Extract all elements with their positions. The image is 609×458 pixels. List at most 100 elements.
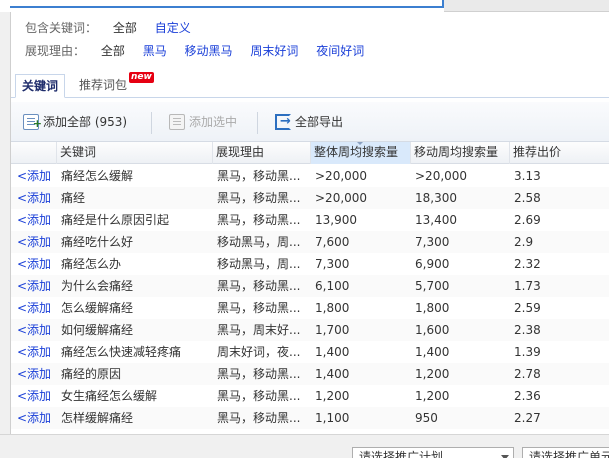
cell-mobile-search: >20,000 bbox=[415, 169, 468, 183]
cell-keyword: 痛经是什么原因引起 bbox=[61, 213, 170, 227]
add-keyword-link[interactable]: <添加 bbox=[17, 253, 57, 275]
add-keyword-link[interactable]: <添加 bbox=[17, 319, 57, 341]
table-row[interactable]: <添加 痛经 黑马，移动黑... >20,000 18,300 2.58 bbox=[11, 187, 609, 209]
cell-reason: 黑马，移动黑... bbox=[217, 367, 301, 381]
new-badge: new bbox=[129, 72, 154, 83]
cell-mobile-search: 6,900 bbox=[415, 257, 450, 271]
add-keyword-link[interactable]: <添加 bbox=[17, 297, 57, 319]
reason-option-dark-horse[interactable]: 黑马 bbox=[143, 42, 167, 60]
cell-recommended-bid: 2.78 bbox=[514, 367, 541, 381]
table-row[interactable]: <添加 痛经吃什么好 移动黑马，周... 7,600 7,300 2.9 bbox=[11, 231, 609, 253]
add-keyword-link[interactable]: <添加 bbox=[17, 275, 57, 297]
export-all-button[interactable]: 全部导出 bbox=[275, 112, 343, 132]
add-keyword-link[interactable]: <添加 bbox=[17, 385, 57, 407]
column-header-mobile-search[interactable]: 移动周均搜索量 bbox=[411, 142, 510, 164]
column-header-recommended-bid[interactable]: 推荐出价 bbox=[510, 142, 609, 164]
cell-keyword: 怎样缓解痛经 bbox=[61, 411, 134, 425]
cell-reason: 黑马，移动黑... bbox=[217, 213, 301, 227]
add-keyword-link[interactable]: <添加 bbox=[17, 363, 57, 385]
cell-recommended-bid: 1.73 bbox=[514, 279, 541, 293]
toolbar-divider bbox=[151, 112, 152, 134]
cell-recommended-bid: 2.9 bbox=[514, 235, 534, 249]
cell-keyword: 痛经怎么快速减轻疼痛 bbox=[61, 345, 182, 359]
cell-overall-search: >20,000 bbox=[315, 169, 368, 183]
cell-mobile-search: 1,200 bbox=[415, 389, 450, 403]
column-header-overall-search-label: 整体周均搜索量 bbox=[314, 145, 399, 159]
cell-reason: 移动黑马，周... bbox=[217, 257, 301, 271]
cell-overall-search: 7,300 bbox=[315, 257, 350, 271]
table-row[interactable]: <添加 如何缓解痛经 黑马，周末好... 1,700 1,600 2.38 bbox=[11, 319, 609, 341]
add-keyword-link[interactable]: <添加 bbox=[17, 209, 57, 231]
cell-reason: 黑马，移动黑... bbox=[217, 279, 301, 293]
reason-option-all[interactable]: 全部 bbox=[101, 42, 125, 60]
table-row[interactable]: <添加 怎么缓解痛经 黑马，移动黑... 1,800 1,800 2.59 bbox=[11, 297, 609, 319]
cell-mobile-search: 13,400 bbox=[415, 213, 457, 227]
unit-select-value: 请选择推广单元 bbox=[529, 450, 609, 458]
tab-recommended-packages[interactable]: 推荐词包 bbox=[73, 74, 133, 98]
table-row[interactable]: <添加 痛经怎么缓解 黑马，移动黑... >20,000 >20,000 3.13 bbox=[11, 165, 609, 187]
cell-overall-search: 6,100 bbox=[315, 279, 350, 293]
add-all-button[interactable]: 添加全部 (953) bbox=[23, 112, 128, 134]
table-row[interactable]: <添加 痛经的原因 黑马，移动黑... 1,400 1,200 2.78 bbox=[11, 363, 609, 385]
add-keyword-link[interactable]: <添加 bbox=[17, 187, 57, 209]
table-row[interactable]: <添加 痛经怎么办 移动黑马，周... 7,300 6,900 2.32 bbox=[11, 253, 609, 275]
cell-keyword: 痛经怎么缓解 bbox=[61, 169, 134, 183]
unit-select[interactable]: 请选择推广单元 bbox=[522, 447, 609, 458]
top-right-area bbox=[444, 0, 609, 12]
cell-overall-search: 1,800 bbox=[315, 301, 350, 315]
add-keyword-link[interactable]: <添加 bbox=[17, 165, 57, 187]
add-keyword-link[interactable]: <添加 bbox=[17, 341, 57, 363]
include-keyword-option-custom[interactable]: 自定义 bbox=[155, 19, 191, 37]
cell-recommended-bid: 2.27 bbox=[514, 411, 541, 425]
cell-reason: 黑马，周末好... bbox=[217, 323, 301, 337]
cell-reason: 黑马，移动黑... bbox=[217, 411, 301, 425]
column-header-overall-search[interactable]: 整体周均搜索量 bbox=[311, 142, 411, 164]
reason-option-night[interactable]: 夜间好词 bbox=[316, 42, 364, 60]
export-icon bbox=[275, 112, 291, 132]
top-strip bbox=[0, 0, 609, 12]
cell-keyword: 痛经吃什么好 bbox=[61, 235, 134, 249]
reason-option-mobile-dark-horse[interactable]: 移动黑马 bbox=[185, 42, 233, 60]
campaign-select[interactable]: 请选择推广计划 bbox=[352, 447, 514, 458]
cell-recommended-bid: 1.39 bbox=[514, 345, 541, 359]
tab-keywords[interactable]: 关键词 bbox=[15, 74, 66, 98]
column-header-keyword[interactable]: 关键词 bbox=[57, 142, 213, 164]
toolbar-divider bbox=[257, 112, 258, 134]
table-row[interactable]: <添加 痛经怎么快速减轻疼痛 周末好词，夜... 1,400 1,400 1.39 bbox=[11, 341, 609, 363]
column-header-action bbox=[11, 142, 57, 164]
keyword-table: 关键词 展现理由 整体周均搜索量 移动周均搜索量 推荐出价 <添加 痛经怎么缓解黑… bbox=[11, 142, 609, 434]
campaign-select-value: 请选择推广计划 bbox=[359, 450, 444, 458]
sort-arrow-icon bbox=[356, 142, 364, 145]
table-row[interactable]: <添加 为什么会痛经 黑马，移动黑... 6,100 5,700 1.73 bbox=[11, 275, 609, 297]
reason-filter: 展现理由： 全部 黑马 移动黑马 周末好词 夜间好词 bbox=[25, 42, 378, 60]
cell-overall-search: 1,400 bbox=[315, 367, 350, 381]
tab-bar: 关键词 推荐词包 new bbox=[11, 72, 609, 98]
table-header: 关键词 展现理由 整体周均搜索量 移动周均搜索量 推荐出价 bbox=[11, 142, 609, 164]
cell-keyword: 为什么会痛经 bbox=[61, 279, 134, 293]
table-row[interactable]: <添加 怎样缓解痛经 黑马，移动黑... 1,100 950 2.27 bbox=[11, 407, 609, 429]
bottom-bar: 请选择推广计划 请选择推广单元 bbox=[0, 434, 609, 458]
toolbar: 添加全部 (953) 添加选中 全部导出 bbox=[11, 102, 609, 142]
cell-mobile-search: 950 bbox=[415, 411, 438, 425]
cell-mobile-search: 7,300 bbox=[415, 235, 450, 249]
cell-mobile-search: 5,700 bbox=[415, 279, 450, 293]
add-selected-button[interactable]: 添加选中 bbox=[169, 112, 237, 132]
cell-recommended-bid: 3.13 bbox=[514, 169, 541, 183]
add-keyword-link[interactable]: <添加 bbox=[17, 231, 57, 253]
cell-recommended-bid: 2.58 bbox=[514, 191, 541, 205]
table-row[interactable]: <添加 痛经是什么原因引起 黑马，移动黑... 13,900 13,400 2.69 bbox=[11, 209, 609, 231]
column-header-reason[interactable]: 展现理由 bbox=[213, 142, 311, 164]
cell-recommended-bid: 2.32 bbox=[514, 257, 541, 271]
table-row[interactable]: <添加 女生痛经怎么缓解 黑马，移动黑... 1,200 1,200 2.36 bbox=[11, 385, 609, 407]
reason-option-weekend[interactable]: 周末好词 bbox=[250, 42, 298, 60]
add-all-label: 添加全部 (953) bbox=[43, 115, 128, 129]
cell-reason: 黑马，移动黑... bbox=[217, 191, 301, 205]
cell-mobile-search: 1,400 bbox=[415, 345, 450, 359]
cell-recommended-bid: 2.36 bbox=[514, 389, 541, 403]
include-keyword-option-all[interactable]: 全部 bbox=[113, 19, 137, 37]
cell-mobile-search: 1,600 bbox=[415, 323, 450, 337]
cell-reason: 黑马，移动黑... bbox=[217, 169, 301, 183]
add-keyword-link[interactable]: <添加 bbox=[17, 407, 57, 429]
cell-recommended-bid: 2.59 bbox=[514, 301, 541, 315]
reason-label: 展现理由： bbox=[25, 44, 86, 58]
